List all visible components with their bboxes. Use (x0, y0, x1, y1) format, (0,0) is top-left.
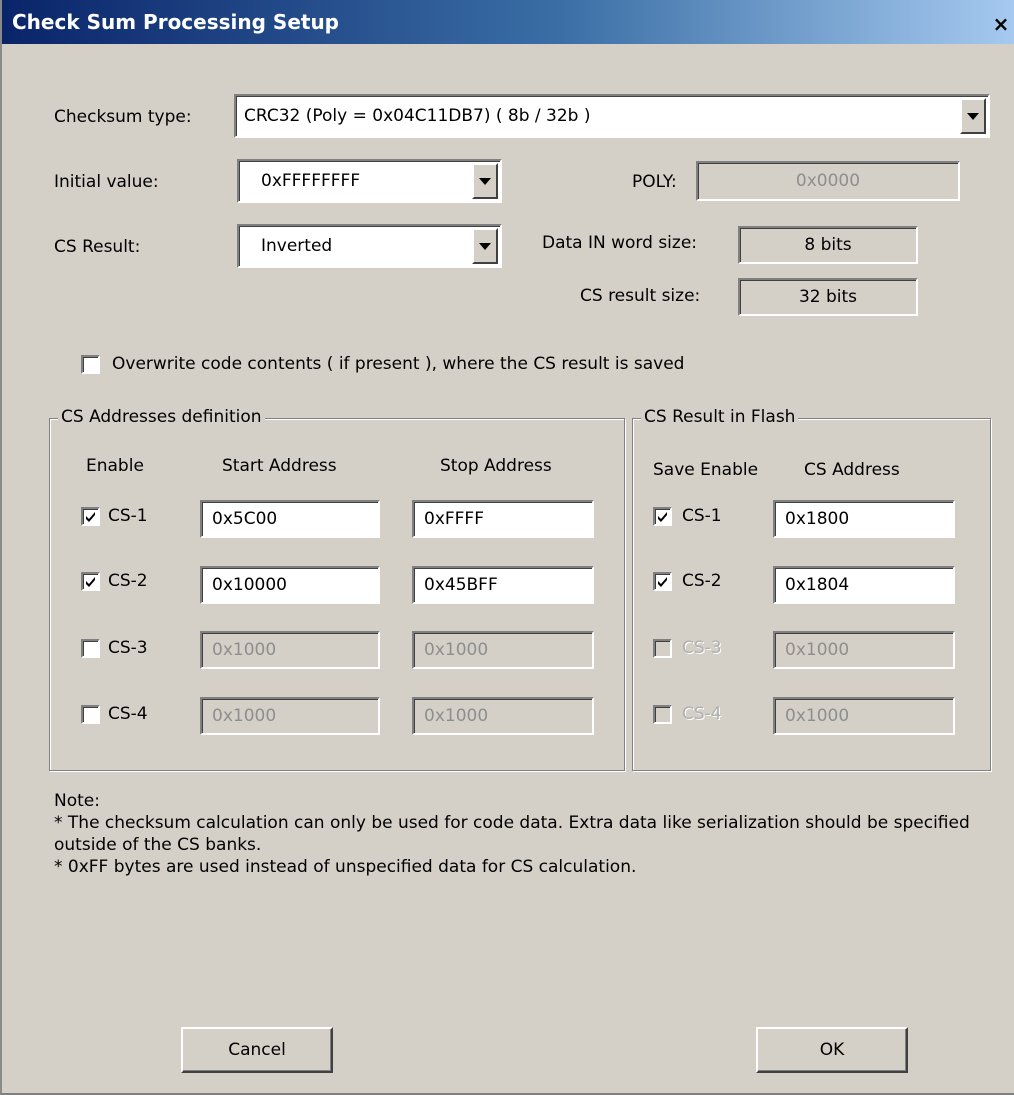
note-block: Note: * The checksum calculation can onl… (54, 790, 994, 878)
cs-result-size-value: 32 bits (798, 287, 858, 307)
cs-result-select[interactable]: Inverted (237, 224, 502, 268)
flash-cs2-checkbox[interactable] (653, 572, 672, 591)
checksum-type-label: Checksum type: (54, 107, 192, 127)
chevron-down-icon[interactable] (960, 98, 986, 134)
cs3-stop-value: 0x1000 (424, 640, 489, 660)
poly-value: 0x0000 (795, 171, 861, 191)
flash-cs4-label: CS-4 (682, 704, 722, 724)
cs-address-header: CS Address (804, 460, 900, 480)
note-line-2: * 0xFF bytes are used instead of unspeci… (54, 857, 637, 877)
cs2-start-input[interactable]: 0x10000 (200, 566, 380, 604)
cs4-stop-input: 0x1000 (412, 697, 594, 735)
overwrite-label: Overwrite code contents ( if present ), … (112, 354, 685, 374)
title-bar[interactable]: Check Sum Processing Setup × (2, 0, 1014, 44)
check-icon (86, 577, 95, 587)
flash-cs3-address-value: 0x1000 (785, 640, 850, 660)
poly-label: POLY: (632, 172, 677, 192)
stop-address-header: Stop Address (440, 456, 552, 476)
cs2-enable-checkbox[interactable] (81, 572, 100, 591)
cs4-enable-label: CS-4 (108, 704, 148, 724)
cs2-stop-input[interactable]: 0x45BFF (412, 566, 594, 604)
cs3-enable-label: CS-3 (108, 638, 148, 658)
cs1-enable-label: CS-1 (108, 506, 148, 526)
flash-cs3-address-input: 0x1000 (773, 631, 955, 669)
ok-button-label: OK (819, 1040, 845, 1060)
flash-cs4-address-value: 0x1000 (785, 706, 850, 726)
cs4-start-value: 0x1000 (212, 706, 277, 726)
poly-field: 0x0000 (696, 161, 960, 201)
cs-result-size-field: 32 bits (738, 278, 918, 316)
cs1-start-value: 0x5C00 (212, 509, 278, 529)
chevron-down-icon[interactable] (472, 163, 498, 199)
data-in-word-size-label: Data IN word size: (542, 233, 698, 253)
cs4-start-input: 0x1000 (200, 697, 380, 735)
cancel-button[interactable]: Cancel (181, 1027, 333, 1073)
cs2-stop-value: 0x45BFF (424, 575, 498, 595)
cs2-start-value: 0x10000 (212, 575, 287, 595)
cancel-button-label: Cancel (228, 1040, 286, 1060)
cs-result-value: Inverted (261, 236, 333, 256)
cs4-enable-checkbox[interactable] (81, 705, 100, 724)
cs3-start-value: 0x1000 (212, 640, 277, 660)
flash-cs4-address-input: 0x1000 (773, 697, 955, 735)
flash-cs1-label: CS-1 (682, 506, 722, 526)
cs-addresses-group-title: CS Addresses definition (58, 406, 265, 428)
cs3-enable-checkbox[interactable] (81, 639, 100, 658)
checksum-type-value: CRC32 (Poly = 0x04C11DB7) ( 8b / 32b ) (244, 106, 591, 126)
flash-cs2-address-input[interactable]: 0x1804 (773, 566, 955, 604)
flash-cs1-address-input[interactable]: 0x1800 (773, 500, 955, 538)
overwrite-checkbox[interactable] (81, 355, 100, 374)
cs1-stop-input[interactable]: 0xFFFF (412, 500, 594, 538)
flash-cs2-label: CS-2 (682, 571, 722, 591)
chevron-down-icon[interactable] (472, 228, 498, 264)
window-title: Check Sum Processing Setup (12, 10, 339, 34)
flash-cs2-address-value: 0x1804 (785, 575, 850, 595)
cs3-start-input: 0x1000 (200, 631, 380, 669)
check-icon (658, 577, 667, 587)
flash-cs1-address-value: 0x1800 (785, 509, 850, 529)
data-in-word-size-value: 8 bits (804, 235, 852, 255)
flash-cs1-checkbox[interactable] (653, 507, 672, 526)
flash-cs3-checkbox (653, 639, 672, 658)
data-in-word-size-field: 8 bits (738, 226, 918, 264)
cs2-enable-label: CS-2 (108, 571, 148, 591)
initial-value-select[interactable]: 0xFFFFFFFF (237, 159, 502, 203)
flash-cs4-checkbox (653, 705, 672, 724)
cs-result-label: CS Result: (54, 237, 141, 257)
cs-result-size-label: CS result size: (580, 286, 701, 306)
start-address-header: Start Address (222, 456, 337, 476)
check-icon (86, 512, 95, 522)
enable-header: Enable (86, 456, 144, 476)
initial-value-value: 0xFFFFFFFF (261, 171, 361, 191)
cs1-enable-checkbox[interactable] (81, 507, 100, 526)
cs3-stop-input: 0x1000 (412, 631, 594, 669)
cs1-stop-value: 0xFFFF (424, 509, 484, 529)
cs-result-flash-group-title: CS Result in Flash (641, 406, 799, 428)
cs4-stop-value: 0x1000 (424, 706, 489, 726)
initial-value-label: Initial value: (54, 172, 159, 192)
checksum-type-select[interactable]: CRC32 (Poly = 0x04C11DB7) ( 8b / 32b ) (234, 94, 990, 138)
check-icon (658, 512, 667, 522)
note-line-1: * The checksum calculation can only be u… (54, 813, 970, 855)
note-heading: Note: (54, 791, 100, 811)
flash-cs3-label: CS-3 (682, 638, 722, 658)
dialog-window: Check Sum Processing Setup × Checksum ty… (0, 0, 1014, 1095)
close-icon[interactable]: × (989, 13, 1013, 37)
save-enable-header: Save Enable (653, 460, 759, 480)
cs1-start-input[interactable]: 0x5C00 (200, 500, 380, 538)
ok-button[interactable]: OK (756, 1027, 908, 1073)
